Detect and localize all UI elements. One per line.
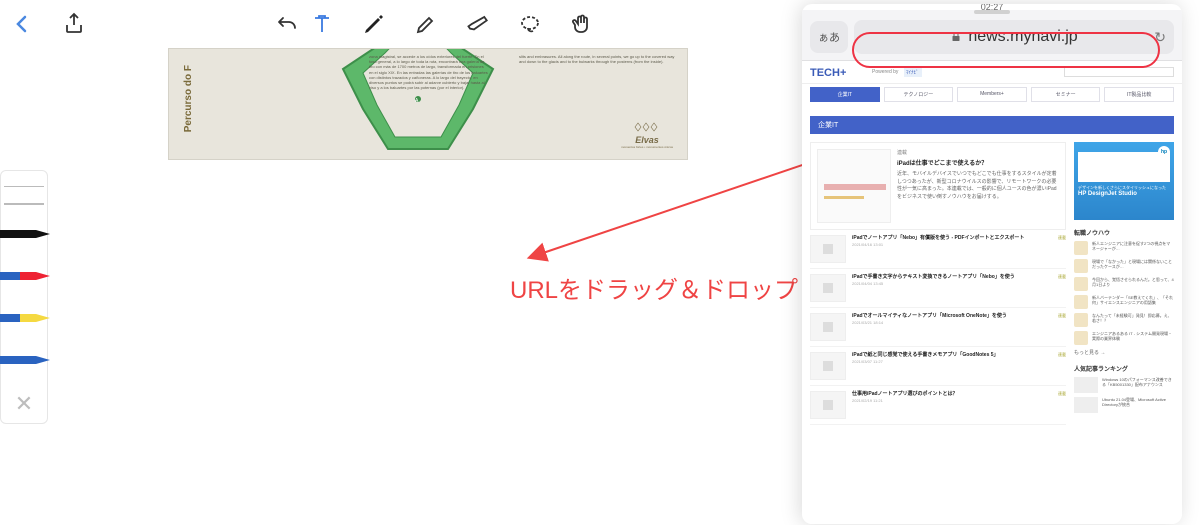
nav-item[interactable]: IT製品比較 <box>1104 87 1174 102</box>
nav-item[interactable]: Members+ <box>957 87 1027 102</box>
more-link[interactable]: もっと見る → <box>1074 349 1174 356</box>
article-thumb <box>810 352 846 380</box>
sidebar-heading-2: 人気記事ランキング <box>1074 364 1174 373</box>
article-thumb <box>810 235 846 263</box>
eraser-icon[interactable] <box>466 12 490 36</box>
sidebar-item[interactable]: 新人エンジニアに注意を促す2つの視点をマネージャーが… <box>1074 241 1174 255</box>
article-row[interactable]: iPadでオールマイティなノートアプリ「Microsoft OneNote」を使… <box>810 308 1066 347</box>
feature-card[interactable]: 連載 iPadは仕事でどこまで使えるか？ 近年、モバイルデバイスでいつでもどこで… <box>810 142 1066 230</box>
share-icon[interactable] <box>62 12 86 36</box>
powered-by: Powered by <box>872 69 898 75</box>
article-badge: 連載 <box>1058 274 1066 302</box>
article-badge: 連載 <box>1058 235 1066 263</box>
safari-slideover: 02:27 ぁあ news.mynavi.jp ↻ TECH+ Powered … <box>802 4 1182 524</box>
article-row[interactable]: iPadでノートアプリ「Nebo」有償版を使う - PDFインポートとエクスポー… <box>810 230 1066 269</box>
article-thumb <box>810 274 846 302</box>
article-badge: 連載 <box>1058 352 1066 380</box>
article-thumb <box>810 391 846 419</box>
avatar-icon <box>1074 295 1088 309</box>
reader-aa-button[interactable]: ぁあ <box>810 21 848 53</box>
pen-black[interactable] <box>2 213 46 255</box>
article-row[interactable]: 仕事用iPadノートアプリ選びのポイントとは？2021/02/19 11:21連… <box>810 386 1066 425</box>
status-time: 02:27 <box>981 4 1004 12</box>
line-weight-thick[interactable] <box>4 199 44 209</box>
rank-thumb <box>1074 397 1098 413</box>
sidebar-heading-1: 転職ノウハウ <box>1074 228 1174 237</box>
doc-logo: Elvas momentos fortes • monumentos único… <box>621 120 673 149</box>
rank-item[interactable]: Ubuntu 21.04登場、Microsoft Active Director… <box>1074 397 1174 413</box>
article-date: 2021/04/16 13:01 <box>852 242 1052 247</box>
article-thumb <box>810 313 846 341</box>
ad-banner[interactable]: hp デザインを新しくさらにスタイリッシュになった HP DesignJet S… <box>1074 142 1174 220</box>
banner-product-icon <box>1078 152 1170 182</box>
site-search-input[interactable] <box>1064 67 1174 77</box>
avatar-icon <box>1074 277 1088 291</box>
sidebar-item[interactable]: エンジニアあるある IT - システム開発現場・実際の業界体験 <box>1074 331 1174 345</box>
line-weight-thin[interactable] <box>4 181 44 191</box>
url-text: news.mynavi.jp <box>968 28 1077 46</box>
doc-text-2: slits and embrasures. All along the rout… <box>519 54 679 64</box>
safari-chrome: ぁあ news.mynavi.jp ↻ <box>802 10 1182 61</box>
sidebar-item[interactable]: 現場で「なかった」と現場には関係ないことだったケースが… <box>1074 259 1174 273</box>
doc-side-label: Percurso do F <box>183 65 194 132</box>
feature-title: iPadは仕事でどこまで使えるか？ <box>897 158 1059 167</box>
pen-blue[interactable] <box>2 339 46 381</box>
rank-item[interactable]: Windows 10のパフォーマンス改善できる「KB5001330」配布アナウン… <box>1074 377 1174 393</box>
nav-item[interactable]: テクノロジー <box>884 87 954 102</box>
pen-palette: ✕ <box>0 170 48 424</box>
note-toolbar <box>0 0 800 48</box>
section-header: 企業IT <box>810 116 1174 134</box>
site-header: TECH+ Powered by ﾏｲﾅﾋﾞ <box>802 61 1182 84</box>
webpage[interactable]: TECH+ Powered by ﾏｲﾅﾋﾞ 企業IT テクノロジーMembers… <box>802 61 1182 524</box>
nav-item[interactable]: セミナー <box>1031 87 1101 102</box>
text-tool-icon[interactable] <box>310 12 334 36</box>
svg-text:ﾏｲﾅﾋﾞ: ﾏｲﾅﾋﾞ <box>906 69 919 76</box>
sidebar-item[interactable]: 新人バーテンダー「SE教えてくれ」、「それ何」サイエンスエンジニアの用語集 <box>1074 295 1174 309</box>
avatar-icon <box>1074 241 1088 255</box>
close-icon[interactable]: ✕ <box>15 391 33 417</box>
pen-tool-icon[interactable] <box>362 12 386 36</box>
lock-icon <box>950 31 962 43</box>
article-date: 2021/03/07 11:27 <box>852 359 1052 364</box>
article-date: 2021/04/04 13:45 <box>852 281 1052 286</box>
nav-item[interactable]: 企業IT <box>810 87 880 102</box>
article-date: 2021/03/21 18:14 <box>852 320 1052 325</box>
avatar-icon <box>1074 259 1088 273</box>
note-app: Percurso do F A zona magistral, se acced… <box>0 0 800 525</box>
avatar-icon <box>1074 313 1088 327</box>
sidebar-item[interactable]: なんたって「未経験可」発見！即応募。え、若さ！？ <box>1074 313 1174 327</box>
feature-desc: 近年、モバイルデバイスでいつでもどこでも仕事をするスタイルが定着しつつあったが、… <box>897 171 1059 201</box>
document-clip: Percurso do F A zona magistral, se acced… <box>168 48 688 160</box>
hp-logo-icon: hp <box>1158 146 1170 158</box>
article-row[interactable]: iPadで手書き文字からテキスト変換できるノートアプリ「Nebo」を使う2021… <box>810 269 1066 308</box>
article-badge: 連載 <box>1058 313 1066 341</box>
mynavi-logo-icon: ﾏｲﾅﾋﾞ <box>904 67 922 77</box>
address-bar[interactable]: news.mynavi.jp ↻ <box>854 20 1174 54</box>
site-nav: 企業IT テクノロジーMembers+ セミナーIT製品比較 <box>802 84 1182 108</box>
tech-logo-icon[interactable]: TECH+ <box>810 65 866 79</box>
article-title: iPadでノートアプリ「Nebo」有償版を使う - PDFインポートとエクスポー… <box>852 235 1052 242</box>
reload-icon[interactable]: ↻ <box>1154 29 1166 46</box>
pen-yellow[interactable] <box>2 297 46 339</box>
sidebar-item[interactable]: 今回から、覚悟させられるんだ。と思って、4月1日より <box>1074 277 1174 291</box>
doc-text-1: zona magistral, se accede a los oídos ex… <box>369 54 489 90</box>
annotation-text: URLをドラッグ＆ドロップ <box>510 270 798 305</box>
undo-icon[interactable] <box>275 12 299 36</box>
rank-thumb <box>1074 377 1098 393</box>
feature-tag: 連載 <box>897 149 1059 156</box>
pen-red[interactable] <box>2 255 46 297</box>
lasso-icon[interactable] <box>518 12 542 36</box>
highlighter-icon[interactable] <box>414 12 438 36</box>
article-date: 2021/02/19 11:21 <box>852 398 1052 403</box>
back-icon[interactable] <box>10 12 34 36</box>
article-badge: 連載 <box>1058 391 1066 419</box>
article-row[interactable]: iPadで紙と同じ感覚で使える手書きメモアプリ「GoodNotes 5」2021… <box>810 347 1066 386</box>
feature-thumb <box>817 149 891 223</box>
avatar-icon <box>1074 331 1088 345</box>
svg-text:TECH+: TECH+ <box>810 67 846 79</box>
hand-icon[interactable] <box>570 12 594 36</box>
